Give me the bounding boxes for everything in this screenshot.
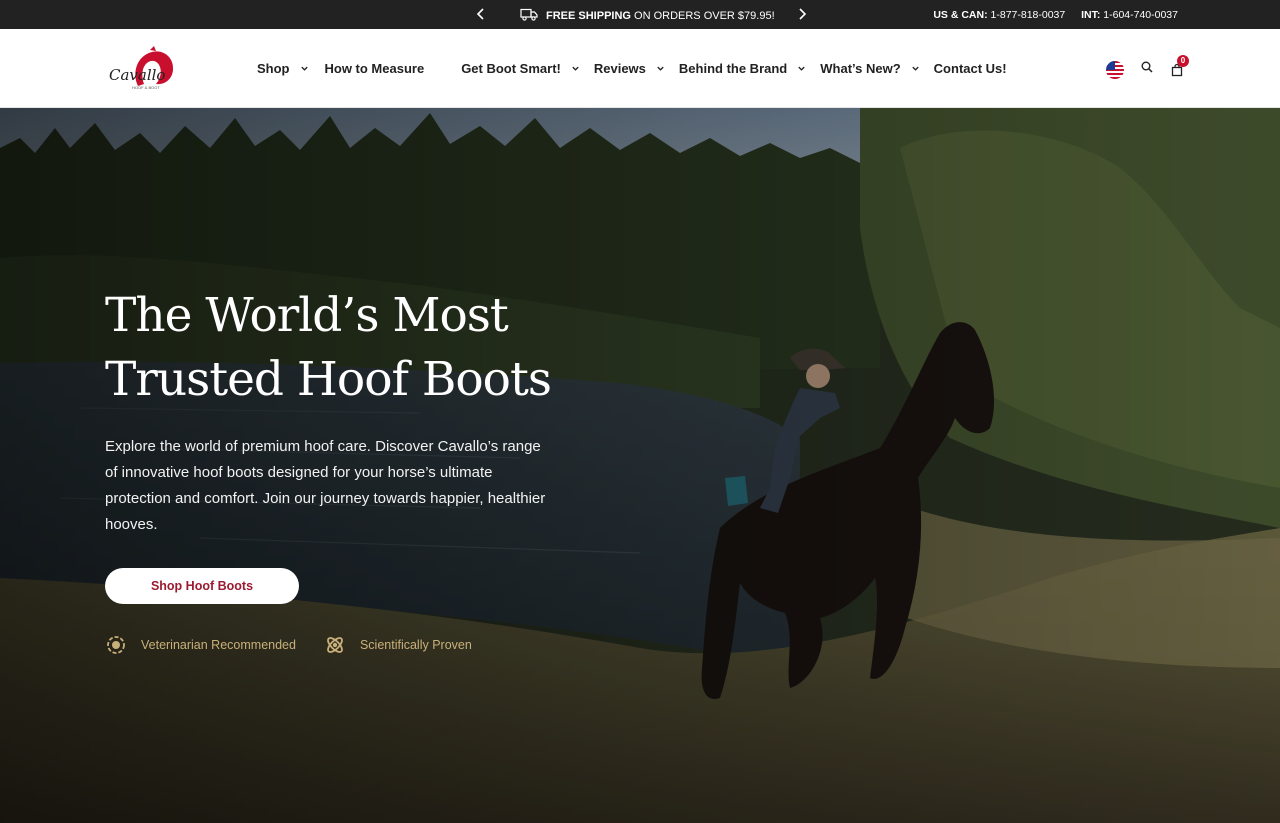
site-header: Cavallo HOOF & BOOT Shop How to Measure … xyxy=(0,29,1280,108)
nav-whats-new-label: What’s New? xyxy=(820,61,901,76)
logo-subtext: HOOF & BOOT xyxy=(132,85,160,90)
us-phone[interactable]: 1-877-818-0037 xyxy=(991,9,1066,21)
atom-icon xyxy=(324,634,346,656)
hero-section: The World’s Most Trusted Hoof Boots Expl… xyxy=(0,108,1280,823)
chevron-down-icon xyxy=(572,66,579,71)
nav-behind-the-brand-label: Behind the Brand xyxy=(678,61,788,76)
nav-get-boot-smart-label: Get Boot Smart! xyxy=(461,61,561,76)
int-phone[interactable]: 1-604-740-0037 xyxy=(1103,9,1178,21)
header-actions: 0 xyxy=(1106,54,1189,79)
shipping-rest: ON ORDERS OVER $79.95! xyxy=(634,10,775,22)
nav-whats-new[interactable]: What’s New? xyxy=(820,61,919,76)
search-icon[interactable] xyxy=(1140,60,1154,79)
chevron-down-icon xyxy=(911,66,919,71)
chevron-down-icon xyxy=(657,66,664,71)
cart-count-badge: 0 xyxy=(1177,54,1189,67)
hero-content: The World’s Most Trusted Hoof Boots Expl… xyxy=(105,284,565,656)
nav-reviews[interactable]: Reviews xyxy=(594,61,665,76)
nav-shop[interactable]: Shop xyxy=(257,61,309,76)
hero-description: Explore the world of premium hoof care. … xyxy=(105,438,546,533)
cavallo-logo[interactable]: Cavallo HOOF & BOOT xyxy=(108,46,178,92)
logo-wordmark: Cavallo xyxy=(109,66,165,84)
chevron-down-icon xyxy=(300,66,308,71)
nav-get-boot-smart[interactable]: Get Boot Smart! xyxy=(461,61,580,76)
shipping-strong: FREE SHIPPING xyxy=(546,10,631,22)
trust-badges: Veterinarian Recommended Scientifically … xyxy=(105,634,565,656)
chevron-down-icon xyxy=(798,66,805,71)
badge-vet-recommended: Veterinarian Recommended xyxy=(105,634,296,656)
cart-button[interactable]: 0 xyxy=(1170,54,1189,77)
nav-how-to-measure[interactable]: How to Measure xyxy=(325,61,425,76)
us-flag-icon[interactable] xyxy=(1106,60,1124,79)
nav-how-to-measure-label: How to Measure xyxy=(324,61,425,76)
announcement-bar: FREE SHIPPING ON ORDERS OVER $79.95! US … xyxy=(0,0,1280,29)
main-nav: Shop How to Measure Get Boot Smart! Revi… xyxy=(257,29,1007,108)
badge-scientifically-proven: Scientifically Proven xyxy=(324,634,472,656)
hero-title: The World’s Most Trusted Hoof Boots xyxy=(105,284,565,412)
shop-hoof-boots-button[interactable]: Shop Hoof Boots xyxy=(105,568,299,604)
badge-vet-label: Veterinarian Recommended xyxy=(141,638,296,652)
chevron-right-icon[interactable] xyxy=(795,7,809,21)
nav-contact-us[interactable]: Contact Us! xyxy=(934,61,1007,76)
hero-title-line2: Trusted Hoof Boots xyxy=(105,352,552,407)
badge-science-label: Scientifically Proven xyxy=(359,638,472,652)
phone-numbers: US & CAN: 1-877-818-0037 INT: 1-604-740-… xyxy=(933,9,1178,21)
chevron-left-icon[interactable] xyxy=(474,7,488,21)
nav-behind-the-brand[interactable]: Behind the Brand xyxy=(679,61,806,76)
nav-shop-label: Shop xyxy=(257,61,290,76)
int-phone-label: INT: xyxy=(1081,9,1101,21)
vet-badge-icon xyxy=(105,634,127,656)
shipping-message: FREE SHIPPING ON ORDERS OVER $79.95! xyxy=(520,8,775,24)
us-phone-label: US & CAN: xyxy=(933,9,988,21)
nav-contact-us-label: Contact Us! xyxy=(933,61,1007,76)
hero-title-line1: The World’s Most xyxy=(105,288,509,343)
truck-icon xyxy=(520,8,538,24)
nav-reviews-label: Reviews xyxy=(593,61,646,76)
